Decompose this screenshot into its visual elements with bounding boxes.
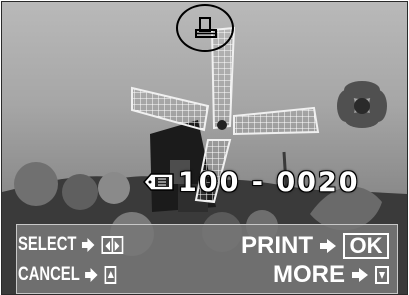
select-hint: SELECT (18, 231, 124, 259)
down-key-icon[interactable] (375, 266, 389, 284)
left-right-key-icon[interactable] (101, 236, 124, 254)
print-label: PRINT (241, 232, 313, 259)
cancel-hint: CANCEL (18, 261, 117, 289)
frame-number: 100 - 0020 (178, 167, 360, 198)
arrow-right-icon (81, 238, 95, 252)
ok-button[interactable]: OK (343, 233, 389, 259)
file-number-icon (143, 173, 174, 191)
arrow-right-icon (85, 268, 98, 282)
more-label: MORE (273, 261, 345, 288)
up-key-icon[interactable] (104, 266, 117, 284)
arrow-right-icon (352, 268, 368, 282)
camera-lcd-screen: 100 - 0020 SELECT CANCEL PRINT OK MORE (1, 1, 408, 295)
print-hint: PRINT OK (241, 232, 389, 260)
print-reserve-marker (176, 4, 234, 52)
cancel-label: CANCEL (18, 264, 80, 285)
select-label: SELECT (18, 234, 77, 255)
arrow-right-icon (320, 239, 336, 253)
more-hint: MORE (273, 261, 389, 289)
print-icon (195, 17, 217, 38)
